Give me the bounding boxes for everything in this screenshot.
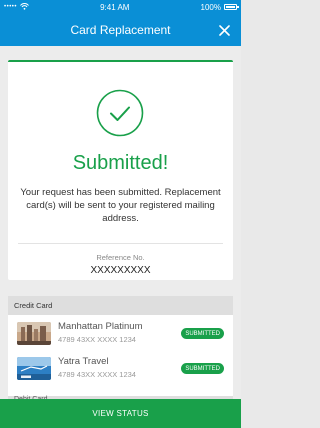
submitted-heading: Submitted! bbox=[72, 152, 169, 174]
card-name: Yatra Travel bbox=[58, 356, 109, 367]
screen: ••••• 9:41 AM 100% Card Replacement Subm… bbox=[0, 0, 241, 428]
reference-label: Reference No. bbox=[96, 253, 145, 262]
card-thumbnail-icon bbox=[17, 322, 51, 345]
status-badge: SUBMITTED bbox=[181, 328, 224, 339]
signal-dots: ••••• bbox=[4, 4, 18, 10]
check-circle-icon bbox=[96, 89, 144, 142]
confirmation-card: Submitted! Your request has been submitt… bbox=[8, 60, 233, 280]
divider bbox=[18, 243, 223, 244]
battery-icon bbox=[224, 4, 239, 10]
status-badge: SUBMITTED bbox=[181, 363, 224, 374]
card-number: 4789 43XX XXXX 1234 bbox=[58, 370, 136, 379]
page-title: Card Replacement bbox=[70, 23, 171, 37]
header: Card Replacement bbox=[0, 14, 241, 46]
close-button[interactable] bbox=[214, 20, 234, 40]
reference-value: XXXXXXXXX bbox=[90, 265, 151, 276]
close-icon bbox=[218, 24, 230, 36]
status-left: ••••• bbox=[4, 2, 29, 12]
status-time: 9:41 AM bbox=[100, 2, 130, 12]
list-item[interactable]: Manhattan Platinum 4789 43XX XXXX 1234 S… bbox=[8, 319, 233, 349]
submitted-message: Your request has been submitted. Replace… bbox=[20, 187, 221, 224]
status-right: 100% bbox=[200, 2, 239, 12]
card-thumbnail-icon bbox=[17, 357, 51, 380]
section-title: Credit Card bbox=[8, 296, 233, 315]
card-number: 4789 43XX XXXX 1234 bbox=[58, 335, 136, 344]
view-status-button[interactable]: VIEW STATUS bbox=[0, 399, 241, 428]
card-name: Manhattan Platinum bbox=[58, 321, 143, 332]
list-item[interactable]: Yatra Travel 4789 43XX XXXX 1234 SUBMITT… bbox=[8, 354, 233, 384]
status-bar: ••••• 9:41 AM 100% bbox=[0, 0, 241, 14]
wifi-icon bbox=[20, 2, 29, 12]
credit-card-section: Credit Card Manhattan Platinum 4789 43XX… bbox=[8, 296, 233, 396]
battery-percent: 100% bbox=[200, 2, 221, 12]
